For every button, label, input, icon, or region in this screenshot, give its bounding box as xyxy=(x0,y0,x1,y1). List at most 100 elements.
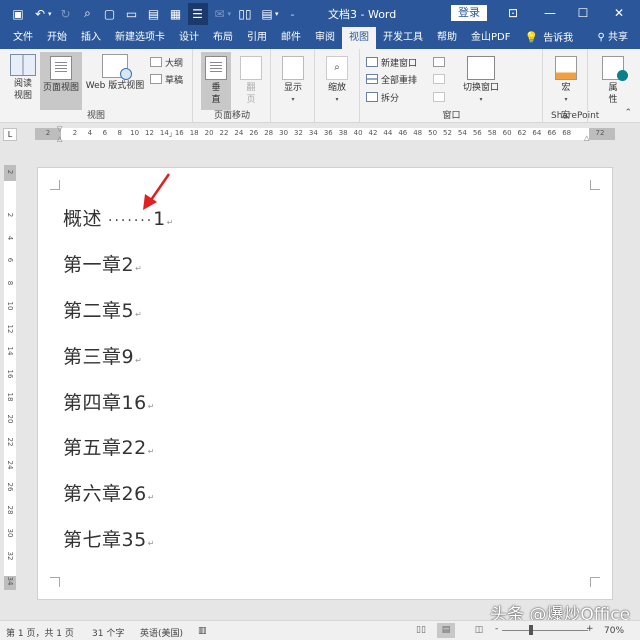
tab-references[interactable]: 引用 xyxy=(240,27,274,49)
toc-entry-chapter-2[interactable]: 第二章5↵ xyxy=(63,296,142,323)
ruler-tick-label: 10 xyxy=(130,129,140,137)
split-button[interactable]: 拆分 xyxy=(366,89,399,105)
share-button[interactable]: ⚲ 共享 xyxy=(590,27,640,49)
ruler-tick-label: 60 xyxy=(502,129,512,137)
toc-entry-chapter-4[interactable]: 第四章16↵ xyxy=(63,388,155,415)
toc-entry-chapter-5[interactable]: 第五章22↵ xyxy=(63,433,155,460)
outline-button[interactable]: 大纲 xyxy=(150,54,183,70)
vertical-ruler-tick-label: 18 xyxy=(6,392,14,402)
synchronous-scrolling-button[interactable] xyxy=(433,71,448,87)
tab-mailings[interactable]: 邮件 xyxy=(274,27,308,49)
maximize-button[interactable]: ☐ xyxy=(570,2,596,24)
tab-insert[interactable]: 插入 xyxy=(74,27,108,49)
web-layout-view-icon[interactable]: ◫ xyxy=(470,623,488,638)
print-layout-view-icon[interactable]: ▤ xyxy=(437,623,455,638)
document-page[interactable]: 概述 ·······1↵ 第一章2↵ 第二章5↵ 第三章9↵ 第四章16↵ 第五章… xyxy=(37,167,613,600)
undo-icon[interactable]: ↶ xyxy=(30,3,50,25)
vertical-ruler-tick-label: 16 xyxy=(6,369,14,379)
arrange-all-button[interactable]: 全部重排 xyxy=(366,71,417,87)
ruler-tick-label: 48 xyxy=(413,129,423,137)
show-button[interactable]: 显示 ▾ xyxy=(277,52,309,106)
ribbon-display-options-icon[interactable]: ⊡ xyxy=(500,2,526,24)
web-layout-button[interactable]: Web 版式视图 xyxy=(83,52,147,92)
tell-me-box[interactable]: 💡 告诉我 xyxy=(517,27,580,49)
side-by-side-icon[interactable]: ▯▯ xyxy=(235,3,255,25)
login-button[interactable]: 登录 xyxy=(451,5,487,21)
screenshot-icon[interactable]: ▦ xyxy=(166,3,186,25)
zoom-in-button[interactable]: + xyxy=(586,624,594,634)
horizontal-ruler[interactable]: ▽ △ ┘ △ 2 2 4 6 8 10 12 14 16 18 20 22 24 26 28 30 32 34 3… xyxy=(35,125,615,143)
save-icon[interactable]: ▣ xyxy=(8,3,28,25)
tab-new-tab[interactable]: 新建选项卡 xyxy=(108,27,172,49)
vertical-ruler-tick-label: 6 xyxy=(6,258,14,263)
vertical-ruler-tick-label: 12 xyxy=(6,324,14,333)
tab-help[interactable]: 帮助 xyxy=(430,27,464,49)
tab-view[interactable]: 视图 xyxy=(342,27,376,49)
document-title: 文档3 - Word xyxy=(328,8,397,21)
tab-home[interactable]: 开始 xyxy=(40,27,74,49)
paste-icon[interactable]: ▤ xyxy=(144,3,164,25)
print-layout-icon[interactable]: ☰ xyxy=(187,2,208,25)
tab-selector[interactable]: L xyxy=(3,128,17,141)
left-indent-marker[interactable]: △ xyxy=(57,135,65,149)
macro-recording-icon[interactable]: ▥ xyxy=(198,626,207,636)
vertical-scroll-icon xyxy=(205,56,227,80)
email-dropdown-icon[interactable]: ▾ xyxy=(228,10,232,18)
zoom-out-button[interactable]: - xyxy=(495,624,498,634)
title-bar: ▣ ↶ ▾ ↻ ⌕ ▢ ▭ ▤ ▦ ☰ ✉ ▾ ▯▯ ▤ ▾ ₌ 文档3 - W… xyxy=(0,0,640,27)
toc-entry-chapter-6[interactable]: 第六章26↵ xyxy=(63,479,155,506)
undo-dropdown-icon[interactable]: ▾ xyxy=(48,10,52,18)
paragraph-mark: ↵ xyxy=(166,218,174,227)
properties-button[interactable]: 属 性 xyxy=(589,52,637,106)
zoom-level[interactable]: 70% xyxy=(604,626,624,636)
group-zoom: ⌕ 缩放 ▾ xyxy=(316,49,360,123)
paste-options-icon[interactable]: ▤ xyxy=(257,3,277,25)
print-preview-icon[interactable]: ⌕ xyxy=(78,3,98,25)
switch-windows-button[interactable]: 切换窗口 ▾ xyxy=(456,52,506,106)
zoom-slider[interactable] xyxy=(502,625,588,635)
tab-file[interactable]: 文件 xyxy=(0,27,40,49)
open-icon[interactable]: ▭ xyxy=(122,3,142,25)
vertical-ruler-tick-label: 34 xyxy=(6,576,14,586)
toc-entry-chapter-3[interactable]: 第三章9↵ xyxy=(63,342,142,369)
email-icon[interactable]: ✉ xyxy=(210,3,230,25)
side-to-side-button[interactable]: 翻 页 xyxy=(236,52,266,106)
tab-developer[interactable]: 开发工具 xyxy=(376,27,430,49)
zoom-slider-thumb[interactable] xyxy=(528,625,533,635)
toc-entry-chapter-1[interactable]: 第一章2↵ xyxy=(63,250,142,277)
zoom-button[interactable]: ⌕ 缩放 ▾ xyxy=(321,52,353,106)
customize-qat-icon[interactable]: ₌ xyxy=(283,3,303,25)
tab-review[interactable]: 审阅 xyxy=(308,27,342,49)
read-mode-button[interactable]: 阅读 视图 xyxy=(6,52,40,102)
vertical-button[interactable]: 垂 直 xyxy=(201,52,231,110)
ruler-tick-label: 40 xyxy=(353,129,363,137)
word-count-status[interactable]: 31 个字 xyxy=(92,626,124,639)
toc-entry-chapter-7[interactable]: 第七章35↵ xyxy=(63,525,155,552)
tell-me-label: 告诉我 xyxy=(543,33,574,44)
page-count-status[interactable]: 第 1 页，共 1 页 xyxy=(6,626,74,639)
tab-layout[interactable]: 布局 xyxy=(206,27,240,49)
redo-icon[interactable]: ↻ xyxy=(56,3,76,25)
close-button[interactable]: ✕ xyxy=(606,2,632,24)
tab-design[interactable]: 设计 xyxy=(172,27,206,49)
reset-window-position-button[interactable] xyxy=(433,89,448,105)
collapse-ribbon-icon[interactable]: ⌃ xyxy=(624,108,632,118)
read-mode-view-icon[interactable]: ▯▯ xyxy=(412,623,430,638)
new-window-icon xyxy=(366,57,378,67)
language-status[interactable]: 英语(美国) xyxy=(140,626,183,639)
new-document-icon[interactable]: ▢ xyxy=(100,3,120,25)
tab-kingsoft-pdf[interactable]: 金山PDF xyxy=(464,27,517,49)
vertical-ruler[interactable]: 2 2 4 6 8 10 12 14 16 18 20 22 24 26 28 30 32 34 xyxy=(4,165,16,590)
ruler-tick-label: 4 xyxy=(87,129,93,137)
minimize-button[interactable]: — xyxy=(537,2,563,24)
ruler-tick-label: 62 xyxy=(517,129,527,137)
ruler-tick-label: 2 xyxy=(72,129,78,137)
right-indent-marker[interactable]: △ xyxy=(584,134,592,148)
view-side-by-side-button[interactable] xyxy=(433,54,448,70)
new-window-button[interactable]: 新建窗口 xyxy=(366,54,417,70)
arrange-all-icon xyxy=(366,74,378,84)
print-layout-button[interactable]: 页面视图 xyxy=(40,52,82,110)
draft-button[interactable]: 草稿 xyxy=(150,71,183,87)
macros-button[interactable]: 宏 ▾ xyxy=(550,52,582,106)
paste-dropdown-icon[interactable]: ▾ xyxy=(275,10,279,18)
